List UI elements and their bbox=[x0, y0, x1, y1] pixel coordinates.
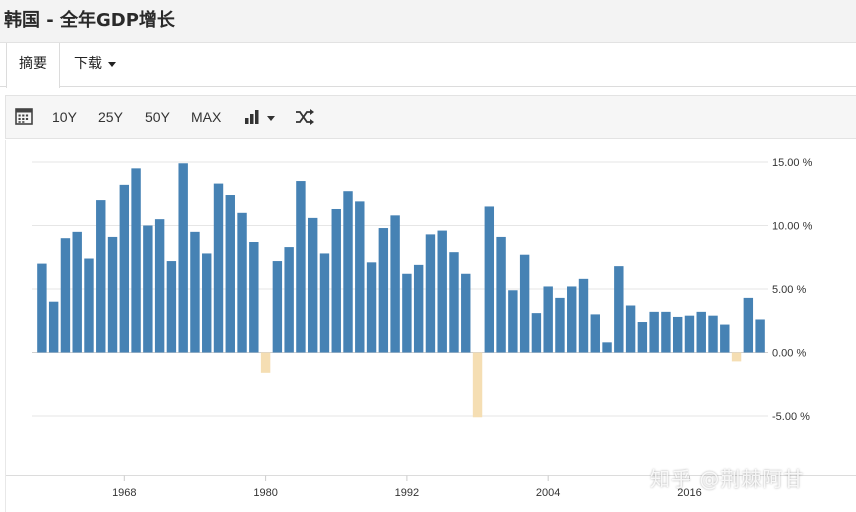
bar bbox=[249, 242, 259, 353]
bar bbox=[519, 254, 530, 353]
bar bbox=[343, 191, 353, 353]
bar bbox=[390, 215, 400, 353]
bar bbox=[190, 231, 200, 353]
tab-download[interactable]: 下载 bbox=[74, 43, 116, 87]
page-title: 韩国 - 全年GDP增长 bbox=[0, 0, 856, 43]
bar bbox=[237, 212, 247, 353]
calendar-icon[interactable] bbox=[15, 96, 33, 138]
bar bbox=[143, 225, 153, 353]
chart-area: 15.00 % 10.00 % 5.00 % 0.00 % -5.00 % 1968 198… bbox=[5, 140, 856, 512]
x-tick-label: 2004 bbox=[536, 487, 560, 499]
x-tick-label: 1992 bbox=[395, 487, 419, 499]
chart-toolbar: 10Y 25Y 50Y MAX bbox=[5, 95, 856, 139]
bar bbox=[755, 319, 765, 353]
bar bbox=[119, 184, 130, 353]
y-tick-label: 10.00 % bbox=[772, 221, 813, 233]
bar bbox=[602, 342, 612, 353]
bar bbox=[60, 238, 71, 353]
y-tick-label: 0.00 % bbox=[772, 348, 806, 360]
bar bbox=[260, 352, 271, 373]
bar bbox=[319, 253, 330, 353]
bar bbox=[696, 311, 706, 353]
range-max-button[interactable]: MAX bbox=[191, 96, 221, 138]
bar bbox=[72, 231, 82, 353]
bar bbox=[202, 253, 212, 353]
watermark: 知乎 @荆棘阿甘 bbox=[650, 467, 805, 491]
bar bbox=[531, 313, 542, 353]
y-tick-label: -5.00 % bbox=[772, 411, 810, 423]
gdp-growth-chart: 15.00 % 10.00 % 5.00 % 0.00 % -5.00 % 1968 198… bbox=[6, 157, 856, 499]
bar bbox=[355, 201, 365, 353]
bar bbox=[625, 305, 636, 353]
bar bbox=[296, 181, 306, 353]
bar bbox=[154, 219, 165, 353]
bar-chart-icon bbox=[245, 110, 259, 124]
bar bbox=[331, 208, 341, 353]
x-tick-label: 1968 bbox=[112, 487, 136, 499]
bar bbox=[96, 200, 106, 353]
chevron-down-icon bbox=[267, 116, 275, 121]
bar bbox=[37, 263, 47, 353]
bar bbox=[614, 266, 624, 353]
bar bbox=[720, 324, 730, 353]
bar bbox=[378, 228, 389, 353]
bar bbox=[649, 311, 659, 353]
y-tick-label: 15.00 % bbox=[772, 157, 813, 169]
bar bbox=[637, 322, 648, 353]
range-10y-button[interactable]: 10Y bbox=[52, 96, 77, 138]
bar bbox=[366, 262, 377, 353]
bar bbox=[449, 252, 459, 353]
bar bbox=[107, 236, 118, 353]
bar bbox=[272, 261, 283, 353]
shuffle-icon[interactable] bbox=[295, 96, 315, 138]
bar bbox=[425, 234, 436, 353]
bar bbox=[484, 206, 495, 353]
bar bbox=[496, 236, 506, 353]
bar bbox=[437, 230, 447, 353]
bar bbox=[472, 352, 483, 418]
bar bbox=[590, 314, 600, 353]
bar bbox=[684, 315, 695, 353]
bar bbox=[307, 217, 318, 353]
bar bbox=[578, 278, 589, 353]
tab-download-label: 下载 bbox=[74, 56, 102, 72]
bar bbox=[567, 286, 577, 353]
bar bbox=[166, 261, 177, 353]
y-tick-label: 5.00 % bbox=[772, 284, 806, 296]
chart-type-button[interactable] bbox=[244, 96, 278, 138]
bar bbox=[672, 316, 683, 353]
bar bbox=[543, 286, 553, 353]
bar bbox=[731, 352, 742, 362]
bar bbox=[178, 163, 188, 353]
range-25y-button[interactable]: 25Y bbox=[98, 96, 123, 138]
chevron-down-icon bbox=[108, 61, 116, 67]
tab-summary[interactable]: 摘要 bbox=[6, 43, 60, 88]
bar bbox=[284, 247, 294, 353]
bar bbox=[402, 273, 412, 353]
bar bbox=[661, 311, 671, 353]
tab-bar: 摘要 下载 bbox=[0, 43, 856, 88]
bar bbox=[708, 315, 718, 353]
bar bbox=[508, 290, 518, 353]
x-tick-label: 1980 bbox=[253, 487, 277, 499]
bar bbox=[555, 297, 565, 353]
bar bbox=[413, 264, 424, 353]
bar bbox=[213, 183, 224, 353]
bar bbox=[48, 301, 59, 353]
bar bbox=[743, 297, 754, 353]
bar bbox=[84, 258, 94, 353]
bar bbox=[131, 168, 141, 353]
bar bbox=[225, 195, 235, 353]
range-50y-button[interactable]: 50Y bbox=[145, 96, 170, 138]
bar bbox=[461, 273, 471, 353]
